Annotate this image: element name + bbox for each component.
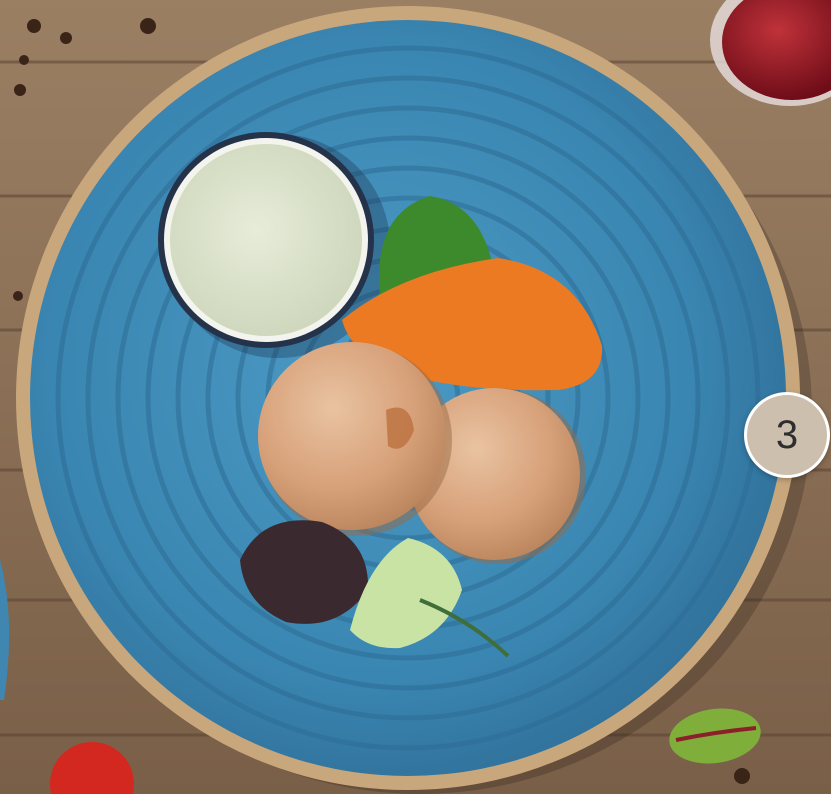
step-number-badge: 3 bbox=[744, 392, 830, 478]
food-photo bbox=[0, 0, 831, 794]
